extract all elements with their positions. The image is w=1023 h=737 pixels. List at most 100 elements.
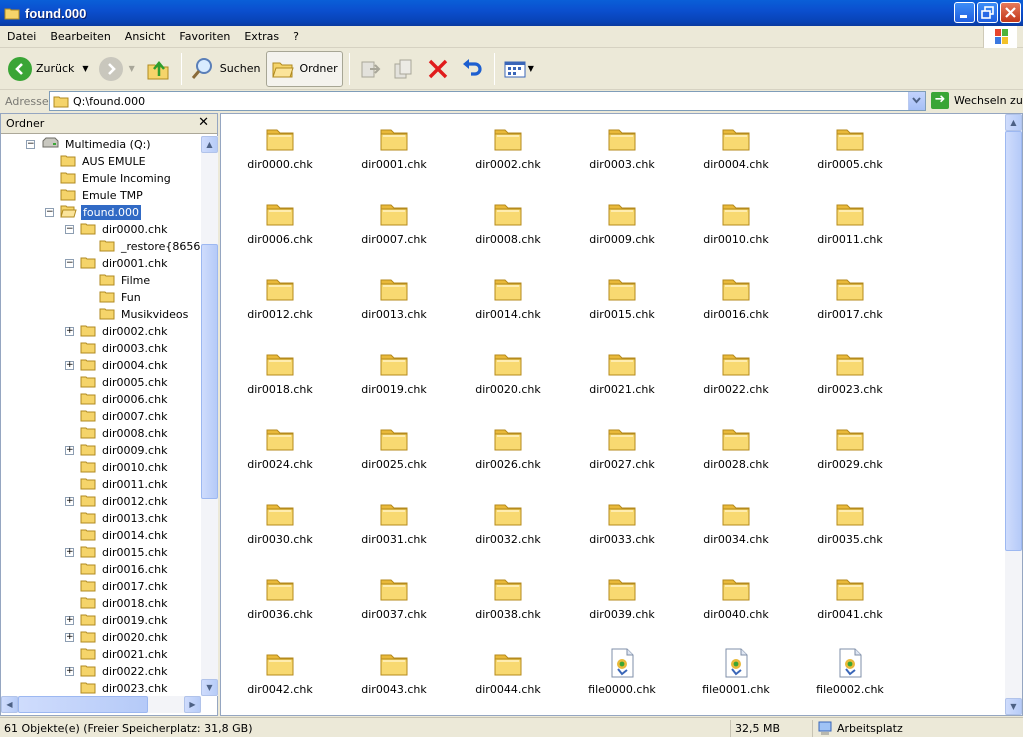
- folder-item[interactable]: dir0031.chk: [344, 493, 444, 563]
- folder-item[interactable]: dir0043.chk: [344, 643, 444, 713]
- tree-item[interactable]: dir0017.chk: [80, 578, 169, 595]
- menu-favoriten[interactable]: Favoriten: [172, 30, 237, 43]
- collapse-icon[interactable]: −: [65, 259, 74, 268]
- folder-item[interactable]: dir0019.chk: [344, 343, 444, 413]
- folder-item[interactable]: dir0040.chk: [686, 568, 786, 638]
- folder-item[interactable]: dir0038.chk: [458, 568, 558, 638]
- views-button[interactable]: ▼: [499, 51, 538, 87]
- tree-item[interactable]: Emule TMP: [60, 187, 145, 204]
- up-button[interactable]: [141, 51, 175, 87]
- folder-item[interactable]: dir0020.chk: [458, 343, 558, 413]
- folder-item[interactable]: dir0016.chk: [686, 268, 786, 338]
- scroll-up-button[interactable]: ▲: [201, 136, 218, 153]
- tree-item[interactable]: dir0023.chk: [80, 680, 169, 696]
- menu-datei[interactable]: Datei: [0, 30, 43, 43]
- expand-icon[interactable]: +: [65, 361, 74, 370]
- scroll-right-button[interactable]: ▶: [184, 696, 201, 713]
- tree-item[interactable]: Emule Incoming: [60, 170, 173, 187]
- file-item[interactable]: file0002.chk: [800, 643, 900, 713]
- scroll-down-button[interactable]: ▼: [1005, 698, 1022, 715]
- tree-item[interactable]: dir0007.chk: [80, 408, 169, 425]
- tree-item[interactable]: dir0018.chk: [80, 595, 169, 612]
- folder-item[interactable]: dir0017.chk: [800, 268, 900, 338]
- back-dropdown-icon[interactable]: ▼: [82, 64, 88, 73]
- folder-item[interactable]: dir0018.chk: [230, 343, 330, 413]
- folder-item[interactable]: dir0027.chk: [572, 418, 672, 488]
- collapse-icon[interactable]: −: [26, 140, 35, 149]
- folder-item[interactable]: dir0003.chk: [572, 118, 672, 188]
- undo-button[interactable]: [456, 51, 488, 87]
- scroll-left-button[interactable]: ◀: [1, 696, 18, 713]
- tree-item[interactable]: dir0016.chk: [80, 561, 169, 578]
- expand-icon[interactable]: +: [65, 497, 74, 506]
- folder-item[interactable]: dir0023.chk: [800, 343, 900, 413]
- tree-item[interactable]: dir0010.chk: [80, 459, 169, 476]
- folder-item[interactable]: dir0004.chk: [686, 118, 786, 188]
- tree-scrollbar[interactable]: ▲ ▼: [201, 136, 218, 696]
- folder-item[interactable]: dir0035.chk: [800, 493, 900, 563]
- folder-item[interactable]: dir0032.chk: [458, 493, 558, 563]
- tree-item[interactable]: Musikvideos: [99, 306, 190, 323]
- copy-to-button[interactable]: [388, 51, 420, 87]
- folder-item[interactable]: dir0014.chk: [458, 268, 558, 338]
- folder-item[interactable]: dir0024.chk: [230, 418, 330, 488]
- expand-icon[interactable]: +: [65, 667, 74, 676]
- search-button[interactable]: Suchen: [186, 51, 265, 87]
- menu-help[interactable]: ?: [286, 30, 306, 43]
- expand-icon[interactable]: +: [65, 446, 74, 455]
- folder-item[interactable]: dir0030.chk: [230, 493, 330, 563]
- tree-item[interactable]: Fun: [99, 289, 143, 306]
- folder-item[interactable]: dir0041.chk: [800, 568, 900, 638]
- folder-item[interactable]: dir0033.chk: [572, 493, 672, 563]
- close-pane-icon[interactable]: ✕: [198, 115, 209, 130]
- minimize-button[interactable]: [954, 2, 975, 23]
- file-view-scrollbar[interactable]: ▲ ▼: [1005, 114, 1022, 715]
- tree-item[interactable]: dir0009.chk: [80, 442, 169, 459]
- tree-item[interactable]: dir0001.chk: [80, 255, 169, 272]
- folder-item[interactable]: dir0008.chk: [458, 193, 558, 263]
- folder-item[interactable]: dir0026.chk: [458, 418, 558, 488]
- folder-item[interactable]: dir0036.chk: [230, 568, 330, 638]
- expand-icon[interactable]: +: [65, 548, 74, 557]
- expand-icon[interactable]: +: [65, 327, 74, 336]
- scroll-thumb[interactable]: [18, 696, 148, 713]
- folder-item[interactable]: dir0007.chk: [344, 193, 444, 263]
- tree-item[interactable]: dir0020.chk: [80, 629, 169, 646]
- tree-item[interactable]: dir0005.chk: [80, 374, 169, 391]
- folder-item[interactable]: dir0010.chk: [686, 193, 786, 263]
- tree-item[interactable]: dir0004.chk: [80, 357, 169, 374]
- folder-item[interactable]: dir0015.chk: [572, 268, 672, 338]
- menu-bearbeiten[interactable]: Bearbeiten: [43, 30, 117, 43]
- tree-item[interactable]: dir0019.chk: [80, 612, 169, 629]
- tree-item[interactable]: dir0015.chk: [80, 544, 169, 561]
- folder-item[interactable]: dir0013.chk: [344, 268, 444, 338]
- tree-item[interactable]: dir0003.chk: [80, 340, 169, 357]
- expand-icon[interactable]: +: [65, 616, 74, 625]
- scroll-down-button[interactable]: ▼: [201, 679, 218, 696]
- folder-item[interactable]: dir0001.chk: [344, 118, 444, 188]
- folder-item[interactable]: dir0028.chk: [686, 418, 786, 488]
- tree-item[interactable]: Multimedia (Q:): [41, 136, 153, 153]
- folder-item[interactable]: dir0009.chk: [572, 193, 672, 263]
- tree-horizontal-scrollbar[interactable]: ◀ ▶: [1, 696, 201, 713]
- folder-item[interactable]: dir0000.chk: [230, 118, 330, 188]
- folder-item[interactable]: dir0011.chk: [800, 193, 900, 263]
- address-field[interactable]: Q:\found.000: [49, 91, 926, 111]
- collapse-icon[interactable]: −: [45, 208, 54, 217]
- close-button[interactable]: [1000, 2, 1021, 23]
- collapse-icon[interactable]: −: [65, 225, 74, 234]
- folder-item[interactable]: dir0025.chk: [344, 418, 444, 488]
- tree-item[interactable]: dir0013.chk: [80, 510, 169, 527]
- folder-item[interactable]: dir0006.chk: [230, 193, 330, 263]
- menu-ansicht[interactable]: Ansicht: [118, 30, 173, 43]
- tree-item[interactable]: dir0012.chk: [80, 493, 169, 510]
- restore-button[interactable]: [977, 2, 998, 23]
- tree-item[interactable]: dir0021.chk: [80, 646, 169, 663]
- folder-item[interactable]: dir0002.chk: [458, 118, 558, 188]
- folder-item[interactable]: dir0044.chk: [458, 643, 558, 713]
- scroll-thumb[interactable]: [1005, 131, 1022, 551]
- folder-item[interactable]: dir0029.chk: [800, 418, 900, 488]
- folder-item[interactable]: dir0039.chk: [572, 568, 672, 638]
- folder-item[interactable]: dir0037.chk: [344, 568, 444, 638]
- go-button[interactable]: ➜ Wechseln zu: [931, 92, 1023, 109]
